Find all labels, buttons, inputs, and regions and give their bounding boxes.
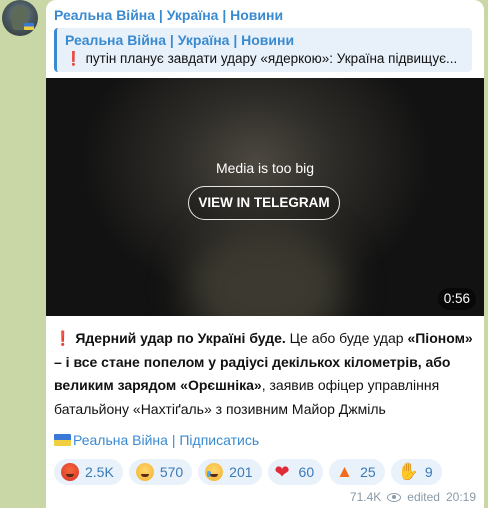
edited-label: edited xyxy=(407,490,440,504)
message-bubble: Реальна Війна | Україна | Новини Реальна… xyxy=(46,0,484,508)
message-time: 20:19 xyxy=(445,490,476,504)
reaction-fire[interactable]: ▲ 25 xyxy=(329,459,385,485)
crying-face-icon xyxy=(205,463,224,481)
blurred-thumbnail xyxy=(186,228,346,316)
heart-icon: ❤ xyxy=(274,462,290,482)
grinning-face-icon xyxy=(135,463,154,481)
subscribe-label: Реальна Війна | Підписатись xyxy=(73,432,260,448)
reaction-count: 201 xyxy=(229,464,253,480)
exclamation-icon: ❗ xyxy=(65,51,82,66)
view-count: 71.4K xyxy=(349,490,382,504)
eye-icon xyxy=(387,492,402,502)
reaction-grin[interactable]: 570 xyxy=(128,459,193,485)
reply-quote-body: путін планує завдати удару «ядеркою»: Ук… xyxy=(85,51,458,66)
reply-quote-text: ❗ путін планує завдати удару «ядеркою»: … xyxy=(65,49,466,69)
reaction-count: 25 xyxy=(360,464,376,480)
reply-quote-title: Реальна Війна | Україна | Новини xyxy=(65,32,295,48)
ukraine-flag-icon xyxy=(54,434,71,446)
reaction-angry[interactable]: 2.5K xyxy=(54,459,123,485)
fire-icon: ▲ xyxy=(336,462,353,481)
reply-quote[interactable]: Реальна Війна | Україна | Новини ❗ путін… xyxy=(54,28,472,72)
reaction-count: 9 xyxy=(424,464,433,480)
reaction-cry[interactable]: 201 xyxy=(198,459,262,485)
reaction-heart[interactable]: ❤ 60 xyxy=(267,459,324,485)
exclamation-icon: ❗ xyxy=(54,330,72,346)
message-bold-1: Ядерний удар по Україні буде. xyxy=(75,330,286,346)
ukraine-flag-icon xyxy=(24,23,34,30)
reactions-bar: 2.5K 570 201 ❤ 60 ▲ 25 ✋ 9 xyxy=(54,459,442,485)
angry-face-icon xyxy=(61,463,79,481)
message-text: ❗ Ядерний удар по Україні буде. Це або б… xyxy=(54,327,478,421)
video-preview[interactable]: Media is too big VIEW IN TELEGRAM 0:56 xyxy=(46,78,484,316)
message-meta: 71.4K edited 20:19 xyxy=(350,490,476,504)
reaction-count: 60 xyxy=(298,464,315,480)
thumbs-up-icon: ✋ xyxy=(397,462,419,481)
channel-name[interactable]: Реальна Війна | Україна | Новини xyxy=(54,7,283,23)
reaction-count: 2.5K xyxy=(85,464,114,480)
channel-avatar[interactable] xyxy=(2,0,38,36)
video-duration: 0:56 xyxy=(437,288,476,310)
reaction-count: 570 xyxy=(159,464,184,480)
media-too-big-label: Media is too big xyxy=(215,160,315,176)
view-in-telegram-button[interactable]: VIEW IN TELEGRAM xyxy=(188,186,340,220)
reaction-thumbs-up[interactable]: ✋ 9 xyxy=(390,459,442,485)
subscribe-link[interactable]: Реальна Війна | Підписатись xyxy=(54,432,259,448)
message-text-1: Це або буде удар xyxy=(285,330,408,346)
